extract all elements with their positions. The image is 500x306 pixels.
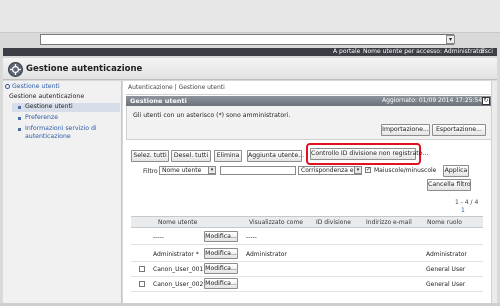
table-cell-role: Administrator: [426, 251, 467, 258]
apply-filter-button[interactable]: Applica: [443, 165, 469, 177]
row-checkbox[interactable]: [139, 266, 145, 272]
updated-timestamp: Aggiornato: 01/09 2014 17:25:54: [382, 97, 483, 104]
table-cell-username: Administrator *: [153, 251, 199, 258]
case-sensitive-checkbox[interactable]: ✓: [365, 166, 372, 173]
admin-note: Gli utenti con un asterisco (*) sono amm…: [133, 112, 291, 119]
export-button[interactable]: Esportazione...: [432, 124, 486, 136]
sidebar-item-service-info[interactable]: Informazioni servizio di: [25, 125, 97, 132]
modify-button[interactable]: Modifica...: [204, 278, 238, 289]
column-header-username[interactable]: Nome utente: [158, 219, 197, 226]
sidebar-item-users[interactable]: Gestione utenti: [12, 103, 120, 112]
import-button[interactable]: Importazione...: [381, 124, 430, 136]
address-bar[interactable]: [40, 34, 454, 45]
gear-icon: [8, 62, 23, 77]
sidebar-item-user-management-top[interactable]: Gestione utenti: [5, 83, 60, 90]
column-header-role[interactable]: Nome ruolo: [427, 219, 462, 226]
delete-button[interactable]: Elimina: [214, 150, 242, 162]
bullet-icon: [18, 106, 21, 109]
bullet-icon: [18, 128, 21, 131]
pager-page-link[interactable]: 1: [461, 207, 465, 214]
filter-label: Filtro: [143, 168, 158, 175]
vertical-scrollbar[interactable]: [491, 81, 497, 303]
row-divider: [131, 291, 483, 292]
login-user-label: Nome utente per accesso: Administrator: [363, 48, 485, 55]
circle-icon: [5, 83, 10, 89]
check-division-button[interactable]: Controllo ID divisione non registrato...: [310, 148, 428, 160]
row-checkbox[interactable]: [139, 281, 145, 287]
breadcrumb: Autenticazione | Gestione utenti: [128, 84, 225, 91]
pager-range: 1 - 4 / 4: [455, 199, 479, 206]
top-bar: A portale Nome utente per accesso: Admin…: [3, 48, 497, 56]
sidebar-item-preferences[interactable]: Preferenze: [25, 114, 58, 121]
modify-button[interactable]: Modifica...: [204, 248, 238, 259]
modify-button[interactable]: Modifica...: [204, 231, 238, 242]
page-title: Gestione autenticazione: [26, 64, 143, 74]
sidebar-section-title: Gestione autenticazione: [9, 93, 85, 100]
checkmark-icon: ✓: [366, 166, 372, 173]
table-cell-display-name: -----: [246, 234, 257, 241]
row-divider: [131, 276, 483, 277]
table-cell-display-name: Administrator: [246, 251, 287, 258]
table-cell-role: General User: [426, 266, 466, 273]
sidebar: [3, 81, 122, 303]
add-user-button[interactable]: Aggiunta utente...: [247, 150, 304, 162]
portal-link[interactable]: A portale: [333, 48, 360, 56]
chevron-down-icon[interactable]: ▾: [446, 35, 455, 44]
sidebar-top-link-label: Gestione utenti: [12, 83, 60, 90]
chevron-down-icon[interactable]: ▾: [208, 166, 216, 174]
divider: [126, 94, 490, 95]
panel-title: Gestione utenti: [130, 97, 187, 105]
sidebar-item-label: Gestione utenti: [25, 103, 73, 110]
case-sensitive-label: Maiuscole/minuscole: [374, 167, 437, 174]
logout-link[interactable]: Esci: [481, 48, 493, 56]
column-header-display-name[interactable]: Visualizzato come: [249, 219, 303, 226]
select-all-button[interactable]: Selez. tutti: [131, 150, 169, 162]
filter-match-select[interactable]: Corrispondenza esatta: [298, 166, 362, 175]
deselect-all-button[interactable]: Desel. tutti: [171, 150, 211, 162]
bullet-icon: [18, 117, 21, 120]
table-cell-username: -----: [153, 234, 164, 241]
sidebar-item-service-info-line2[interactable]: autenticazione: [25, 133, 71, 140]
table-cell-username: Canon_User_001: [153, 266, 204, 273]
column-header-division-id[interactable]: ID divisione: [316, 219, 351, 226]
browser-toolbar: [0, 0, 500, 33]
clear-filter-button[interactable]: Cancella filtro: [427, 179, 471, 191]
column-header-email[interactable]: Indirizzo e-mail: [366, 219, 412, 226]
filter-text-input[interactable]: [220, 166, 296, 175]
table-cell-role: General User: [426, 281, 466, 288]
row-divider: [131, 244, 483, 245]
row-divider: [131, 261, 483, 262]
refresh-icon[interactable]: ↻: [482, 97, 490, 105]
table-cell-username: Canon_User_002: [153, 281, 204, 288]
modify-button[interactable]: Modifica...: [204, 263, 238, 274]
chevron-down-icon[interactable]: ▾: [354, 166, 362, 174]
